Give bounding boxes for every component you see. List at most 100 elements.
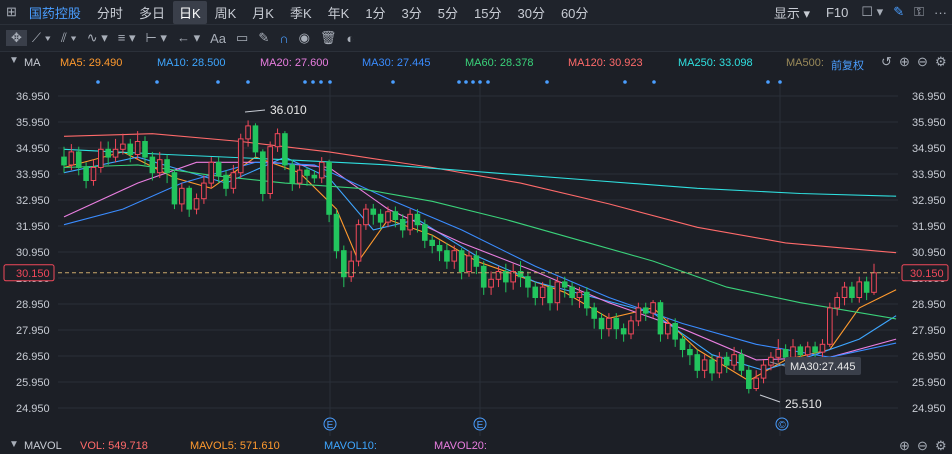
candle-body: [760, 364, 767, 379]
candle-body: [525, 276, 531, 288]
low-label: 25.510: [785, 397, 822, 411]
candle-body: [171, 172, 178, 205]
candle-body: [142, 141, 148, 158]
candles: [61, 120, 877, 394]
candle-body: [282, 133, 288, 166]
y-axis-right: 36.950 35.950 34.950 33.950 32.950 31.950 30.9…: [912, 91, 946, 415]
candle-body: [156, 159, 163, 174]
candle-body: [83, 167, 89, 181]
candle-body: [687, 349, 693, 356]
y-tick-right: 24.950: [912, 403, 946, 415]
candle-body: [260, 151, 266, 194]
candle-body: [186, 187, 192, 210]
candle-body: [591, 307, 597, 319]
y-tick-right: 33.950: [912, 169, 946, 181]
candle-body: [355, 224, 362, 262]
candle-body: [775, 349, 782, 358]
candle-body: [164, 159, 170, 174]
event-marker-2: ©: [778, 420, 786, 431]
candle-body: [436, 245, 443, 252]
event-dot: [478, 80, 482, 84]
candle-body: [392, 211, 399, 220]
candle-body: [208, 161, 215, 184]
candle-body: [628, 320, 634, 335]
candle-body: [333, 213, 340, 252]
candle-body: [304, 169, 310, 176]
candle-body: [768, 356, 774, 366]
candle-body: [429, 239, 435, 247]
candle-body: [576, 291, 583, 298]
candle-body: [554, 281, 561, 304]
y-tick-left: 34.950: [16, 143, 50, 155]
vol-legend-item-2: MAVOL10:: [324, 440, 377, 452]
candle-body: [451, 250, 458, 262]
candle-body: [98, 148, 104, 169]
vol-collapse-triangle-icon[interactable]: ▼: [4, 439, 24, 450]
candle-body: [348, 260, 354, 278]
y-tick-left: 24.950: [16, 403, 50, 415]
candle-body: [274, 133, 281, 148]
event-dot: [623, 80, 627, 84]
candle-body: [731, 354, 737, 366]
candle-body: [422, 224, 428, 241]
candle-body: [841, 286, 848, 299]
candle-body: [709, 359, 715, 374]
event-dot: [464, 80, 468, 84]
event-dot: [216, 80, 220, 84]
candle-body: [701, 359, 708, 371]
y-tick-right: 36.950: [912, 91, 946, 103]
candle-body: [738, 354, 745, 371]
candle-body: [237, 138, 244, 174]
candle-body: [193, 198, 200, 210]
candle-body: [812, 346, 818, 353]
candle-body: [723, 356, 730, 366]
candle-body: [746, 369, 752, 389]
y-tick-right: 31.950: [912, 221, 946, 233]
candle-body: [804, 346, 811, 356]
candle-body: [127, 143, 134, 156]
candle-body: [407, 213, 413, 231]
candle-body: [657, 302, 664, 335]
candle-body: [326, 161, 332, 215]
y-tick-right: 28.950: [912, 299, 946, 311]
y-tick-left: 36.950: [16, 91, 50, 103]
kline-chart[interactable]: 36.950 35.950 34.950 33.950 32.950 31.950 30.9…: [0, 0, 952, 453]
candle-body: [377, 213, 384, 223]
candle-body: [584, 291, 590, 309]
candle-body: [414, 213, 421, 226]
candle-body: [134, 141, 141, 155]
candle-body: [819, 343, 826, 353]
candle-body: [672, 323, 678, 340]
candle-body: [363, 208, 369, 226]
candle-body: [473, 255, 480, 267]
y-tick-left: 35.950: [16, 117, 50, 129]
candle-body: [665, 323, 671, 335]
y-tick-left: 32.950: [16, 195, 50, 207]
y-tick-right: 26.950: [912, 351, 946, 363]
candle-body: [201, 182, 207, 200]
candle-body: [797, 346, 804, 356]
y-tick-right: 27.950: [912, 325, 946, 337]
event-dot: [486, 80, 490, 84]
event-dots: [96, 80, 782, 84]
candle-body: [149, 156, 156, 174]
event-marker-1: E: [477, 420, 484, 431]
y-tick-right: 25.950: [912, 377, 946, 389]
candle-body: [223, 174, 229, 189]
candle-body: [598, 317, 605, 330]
candle-body: [458, 250, 465, 272]
candle-body: [716, 356, 723, 374]
high-label: 36.010: [270, 103, 307, 117]
event-dot: [311, 80, 315, 84]
event-dot: [303, 80, 307, 84]
event-dot: [319, 80, 323, 84]
candle-body: [782, 349, 789, 358]
candle-body: [179, 187, 185, 205]
candle-body: [311, 174, 318, 179]
candle-body: [642, 307, 649, 314]
event-dot: [766, 80, 770, 84]
vol-settings-icon[interactable]: ⚙: [930, 438, 952, 454]
candle-body: [694, 354, 701, 371]
y-tick-left: 26.950: [16, 351, 50, 363]
y-tick-right: 30.950: [912, 247, 946, 259]
